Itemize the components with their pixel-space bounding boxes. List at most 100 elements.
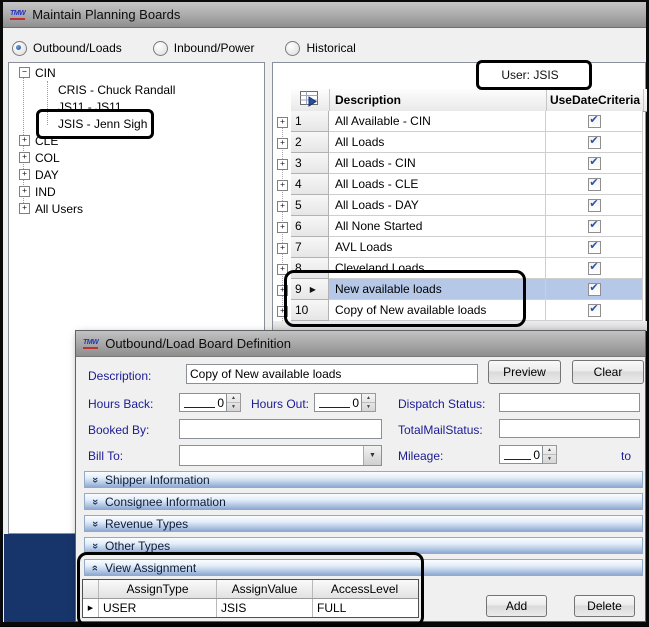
spin-up-icon[interactable]: ▲ [543,446,556,455]
expand-plus-icon[interactable]: + [19,169,30,180]
usedatecriteria-checkbox[interactable]: ✔ [588,178,601,191]
section-shipper-information[interactable]: » Shipper Information [84,471,643,488]
board-row-7[interactable]: + 7 AVL Loads ✔ [273,237,647,258]
row-number-cell[interactable]: 4 [291,174,329,195]
expand-plus-icon[interactable]: + [19,135,30,146]
board-row-10[interactable]: + 10 Copy of New available loads ✔ [273,300,647,321]
description-cell[interactable]: New available loads [329,279,546,300]
accesslevel-cell[interactable]: FULL [313,599,416,617]
spin-down-icon[interactable]: ▼ [543,455,556,463]
spin-up-icon[interactable]: ▲ [227,394,240,403]
description-cell[interactable]: All Loads - CIN [329,153,546,174]
bill-to-combobox[interactable]: ▼ [179,445,382,466]
dropdown-arrow-icon[interactable]: ▼ [363,446,381,465]
usedatecriteria-checkbox[interactable]: ✔ [588,241,601,254]
description-cell[interactable]: All Loads - CLE [329,174,546,195]
usedatecriteria-checkbox[interactable]: ✔ [588,262,601,275]
usedatecriteria-checkbox[interactable]: ✔ [588,304,601,317]
row-number-cell[interactable]: 1 [291,111,329,132]
board-row-6[interactable]: + 6 All None Started ✔ [273,216,647,237]
expand-plus-icon[interactable]: + [19,203,30,214]
column-header-usedatecriteria[interactable]: UseDateCriteria [547,89,644,111]
usedatecriteria-checkbox[interactable]: ✔ [588,199,601,212]
booked-by-input[interactable] [179,419,382,439]
description-cell[interactable]: Copy of New available loads [329,300,546,321]
description-cell[interactable]: All Loads [329,132,546,153]
expand-plus-icon[interactable]: + [277,264,288,275]
tree-item-cin[interactable]: − CIN [19,64,56,81]
tree-item-ind[interactable]: + IND [19,183,56,200]
description-cell[interactable]: All Available - CIN [329,111,546,132]
description-cell[interactable]: Cleveland Loads [329,258,546,279]
radio-inbound-power[interactable]: Inbound/Power [153,41,277,56]
section-view-assignment[interactable]: » View Assignment [84,559,643,576]
row-number-cell[interactable]: 7 [291,237,329,258]
expand-plus-icon[interactable]: + [277,243,288,254]
grid-selector-icon[interactable] [291,89,330,111]
section-other-types[interactable]: » Other Types [84,537,643,554]
expand-plus-icon[interactable]: + [19,186,30,197]
board-row-4[interactable]: + 4 All Loads - CLE ✔ [273,174,647,195]
usedatecriteria-checkbox[interactable]: ✔ [588,115,601,128]
usedatecriteria-checkbox[interactable]: ✔ [588,283,601,296]
delete-button[interactable]: Delete [574,595,635,617]
tree-item-all-users[interactable]: + All Users [19,200,83,217]
expand-plus-icon[interactable]: + [277,201,288,212]
expand-plus-icon[interactable]: + [19,152,30,163]
tree-item-jsis[interactable]: JSIS - Jenn Sigh [53,115,147,132]
row-number-cell[interactable]: 5 [291,195,329,216]
column-header-assignvalue[interactable]: AssignValue [217,580,313,598]
row-number-cell[interactable]: 9▶ [291,279,329,300]
expand-plus-icon[interactable]: + [277,222,288,233]
expand-plus-icon[interactable]: + [277,117,288,128]
spin-buttons[interactable]: ▲▼ [543,445,557,464]
tree-item-js11[interactable]: JS11 - JS11 [53,98,122,115]
usedatecriteria-checkbox[interactable]: ✔ [588,220,601,233]
section-consignee-information[interactable]: » Consignee Information [84,493,643,510]
board-row-8[interactable]: + 8 Cleveland Loads ✔ [273,258,647,279]
expand-plus-icon[interactable]: + [277,306,288,317]
spin-up-icon[interactable]: ▲ [362,394,375,403]
usedatecriteria-checkbox[interactable]: ✔ [588,157,601,170]
board-row-3[interactable]: + 3 All Loads - CIN ✔ [273,153,647,174]
board-row-1[interactable]: + 1 All Available - CIN ✔ [273,111,647,132]
clear-button[interactable]: Clear [572,360,644,384]
radio-historical[interactable]: Historical [285,41,377,56]
row-number-cell[interactable]: 8 [291,258,329,279]
assigntype-cell[interactable]: USER [99,599,217,617]
spin-down-icon[interactable]: ▼ [227,403,240,411]
row-number-cell[interactable]: 6 [291,216,329,237]
tree-item-col[interactable]: + COL [19,149,60,166]
board-row-2[interactable]: + 2 All Loads ✔ [273,132,647,153]
expand-plus-icon[interactable]: + [277,159,288,170]
tree-item-day[interactable]: + DAY [19,166,59,183]
column-header-assigntype[interactable]: AssignType [99,580,217,598]
description-input[interactable] [186,364,478,384]
expand-plus-icon[interactable]: + [277,180,288,191]
row-number-cell[interactable]: 2 [291,132,329,153]
dispatch-status-input[interactable] [499,393,640,412]
preview-button[interactable]: Preview [488,360,561,384]
main-window-titlebar[interactable]: TMW Maintain Planning Boards [3,2,646,28]
total-mail-status-input[interactable] [499,419,640,438]
row-number-cell[interactable]: 10 [291,300,329,321]
add-button[interactable]: Add [486,595,547,617]
tree-item-cris[interactable]: CRIS - Chuck Randall [53,81,175,98]
column-header-accesslevel[interactable]: AccessLevel [313,580,416,598]
dialog-titlebar[interactable]: TMW Outbound/Load Board Definition [76,331,645,357]
assignvalue-cell[interactable]: JSIS [217,599,313,617]
tree-item-cle[interactable]: + CLE [19,132,58,149]
board-row-9-selected[interactable]: + 9▶ New available loads ✔ [273,279,647,300]
usedatecriteria-checkbox[interactable]: ✔ [588,136,601,149]
spin-buttons[interactable]: ▲▼ [362,393,376,412]
board-row-5[interactable]: + 5 All Loads - DAY ✔ [273,195,647,216]
column-header-description[interactable]: Description [330,89,547,111]
description-cell[interactable]: AVL Loads [329,237,546,258]
spin-down-icon[interactable]: ▼ [362,403,375,411]
assignment-row[interactable]: ▶ USER JSIS FULL [83,599,418,617]
expand-plus-icon[interactable]: + [277,285,288,296]
expand-plus-icon[interactable]: + [277,138,288,149]
radio-outbound-loads[interactable]: Outbound/Loads [12,41,144,56]
spin-buttons[interactable]: ▲▼ [227,393,241,412]
row-number-cell[interactable]: 3 [291,153,329,174]
